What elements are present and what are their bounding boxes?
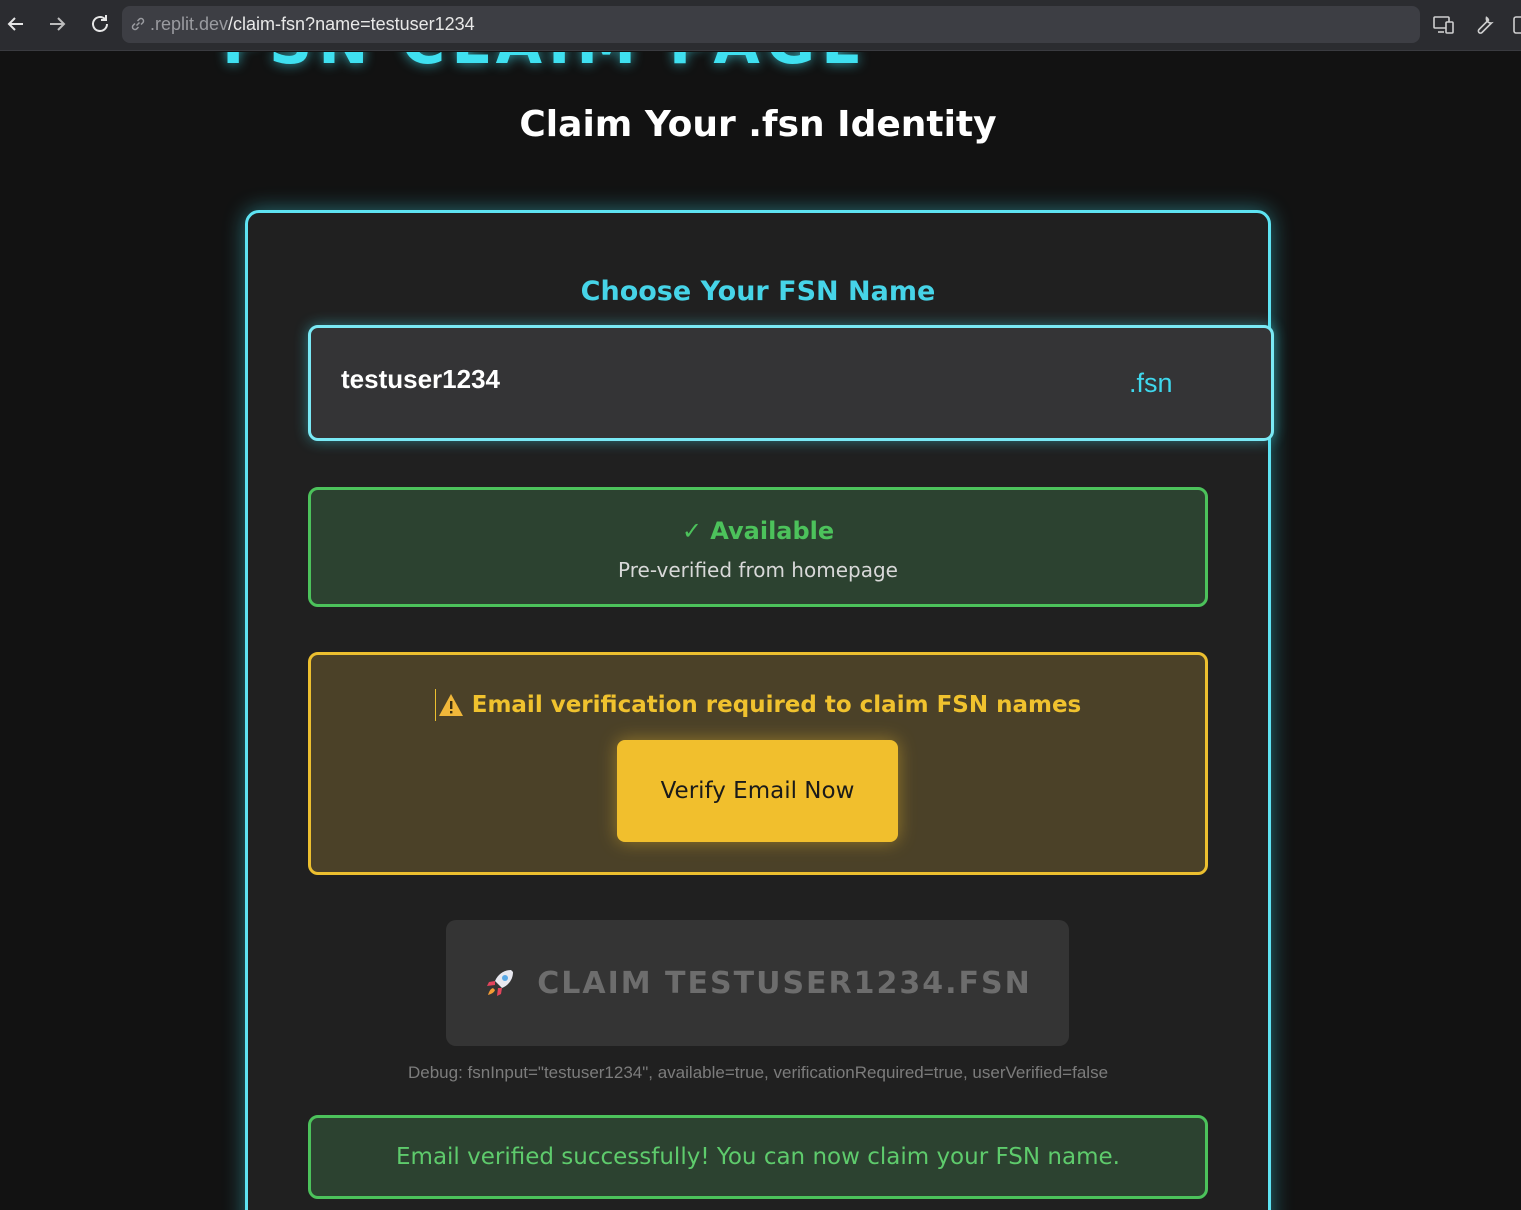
choose-name-label: Choose Your FSN Name [580, 276, 936, 307]
link-icon [131, 17, 145, 31]
address-bar[interactable]: .replit.dev/claim-fsn?name=testuser1234 [122, 6, 1420, 43]
warning-line: Email verification required to claim FSN… [311, 689, 1205, 721]
warning-icon [438, 694, 463, 716]
forward-arrow-icon[interactable] [43, 10, 71, 38]
email-verification-notice: Email verification required to claim FSN… [308, 652, 1208, 875]
back-arrow-icon[interactable] [2, 10, 30, 38]
page-viewport: FSN CLAIM PAGE Claim Your .fsn Identity … [0, 52, 1521, 1210]
fsn-suffix-label: .fsn [1129, 368, 1173, 398]
claim-fsn-button[interactable]: CLAIM TESTUSER1234.FSN [446, 920, 1069, 1046]
reload-icon[interactable] [86, 10, 114, 38]
success-text: Email verified successfully! You can now… [396, 1144, 1120, 1170]
url-host: .replit.dev [150, 14, 229, 34]
fsn-name-field[interactable]: .fsn [308, 325, 1274, 441]
url-path: /claim-fsn?name=testuser1234 [228, 14, 475, 34]
availability-status: ✓ Available Pre-verified from homepage [308, 487, 1208, 607]
clipped-hero-heading: FSN CLAIM PAGE [222, 52, 868, 78]
availability-title: ✓ Available [681, 517, 835, 545]
text-caret [434, 689, 436, 721]
panel-icon[interactable] [1512, 13, 1521, 37]
warning-text: Email verification required to claim FSN… [471, 692, 1082, 718]
claim-button-label: CLAIM TESTUSER1234.FSN [537, 965, 1032, 1001]
devices-icon[interactable] [1432, 13, 1456, 37]
rocket-icon [487, 970, 514, 996]
browser-toolbar: .replit.dev/claim-fsn?name=testuser1234 [0, 0, 1521, 51]
debug-info: Debug: fsnInput="testuser1234", availabl… [407, 1063, 1109, 1082]
wrench-icon[interactable] [1472, 13, 1496, 37]
availability-subtitle: Pre-verified from homepage [618, 558, 898, 582]
url-text: .replit.dev/claim-fsn?name=testuser1234 [150, 14, 475, 35]
page-title: Claim Your .fsn Identity [519, 104, 997, 145]
fsn-name-input[interactable] [341, 364, 941, 395]
verification-success-message: Email verified successfully! You can now… [308, 1115, 1208, 1199]
verify-email-button[interactable]: Verify Email Now [617, 740, 898, 842]
